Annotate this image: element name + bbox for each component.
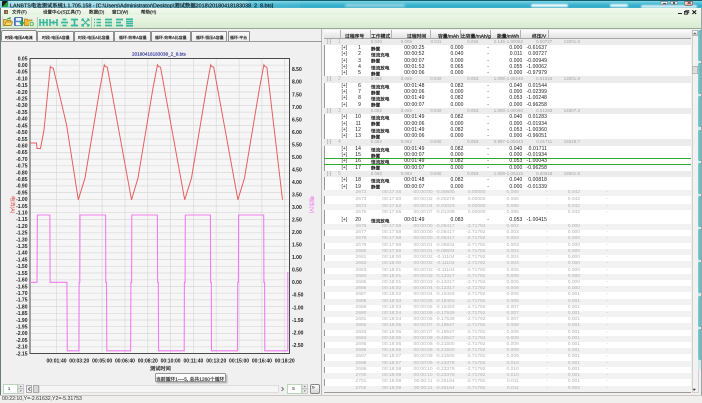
svg-text:-1.50: -1.50 <box>292 318 304 324</box>
svg-text:00:01:40: 00:01:40 <box>46 359 66 365</box>
svg-text:0.00: 0.00 <box>292 280 302 286</box>
svg-text:2.50: 2.50 <box>292 218 302 224</box>
svg-text:7.50: 7.50 <box>292 92 302 98</box>
svg-text:-0.25: -0.25 <box>16 97 28 103</box>
svg-text:-2.00: -2.00 <box>16 331 28 337</box>
svg-text:00:03:20: 00:03:20 <box>69 359 89 365</box>
svg-text:00:16:40: 00:16:40 <box>252 359 272 365</box>
svg-text:-1.70: -1.70 <box>16 291 28 297</box>
svg-text:-1.60: -1.60 <box>16 278 28 284</box>
svg-text:5.50: 5.50 <box>292 142 302 148</box>
svg-text:-1.35: -1.35 <box>16 244 28 250</box>
svg-text:8.50: 8.50 <box>292 67 302 73</box>
svg-text:6.00: 6.00 <box>292 130 302 136</box>
svg-text:-1.00: -1.00 <box>16 197 28 203</box>
svg-text:-0.10: -0.10 <box>16 76 28 82</box>
svg-text:0.50: 0.50 <box>292 268 302 274</box>
svg-text:-1.20: -1.20 <box>16 224 28 230</box>
svg-text:-2.50: -2.50 <box>292 343 304 349</box>
svg-text:3.00: 3.00 <box>292 205 302 211</box>
svg-text:-2.10: -2.10 <box>16 345 28 351</box>
svg-text:-1.45: -1.45 <box>16 257 28 263</box>
svg-text:-0.55: -0.55 <box>16 137 28 143</box>
svg-text:-1.90: -1.90 <box>16 318 28 324</box>
svg-text:-1.75: -1.75 <box>16 298 28 304</box>
svg-text:0.00: 0.00 <box>18 63 28 69</box>
svg-text:-0.30: -0.30 <box>16 103 28 109</box>
svg-text:-1.15: -1.15 <box>16 217 28 223</box>
svg-text:8.00: 8.00 <box>292 80 302 86</box>
svg-text:-1.00: -1.00 <box>292 305 304 311</box>
svg-text:-0.65: -0.65 <box>16 150 28 156</box>
svg-text:00:05:00: 00:05:00 <box>92 359 112 365</box>
svg-text:-1.25: -1.25 <box>16 231 28 237</box>
svg-text:00:10:00: 00:10:00 <box>161 359 181 365</box>
svg-text:-0.15: -0.15 <box>16 83 28 89</box>
svg-text:-0.60: -0.60 <box>16 143 28 149</box>
svg-text:-0.70: -0.70 <box>16 157 28 163</box>
svg-text:-0.50: -0.50 <box>16 130 28 136</box>
svg-text:7.00: 7.00 <box>292 105 302 111</box>
svg-text:-1.40: -1.40 <box>16 251 28 257</box>
svg-text:4.00: 4.00 <box>292 180 302 186</box>
svg-text:-1.30: -1.30 <box>16 237 28 243</box>
svg-text:-0.20: -0.20 <box>16 90 28 96</box>
svg-text:1.00: 1.00 <box>292 255 302 261</box>
svg-text:5.00: 5.00 <box>292 155 302 161</box>
svg-text:-0.50: -0.50 <box>292 293 304 299</box>
svg-text:-0.75: -0.75 <box>16 164 28 170</box>
svg-text:-0.80: -0.80 <box>16 170 28 176</box>
svg-text:-0.95: -0.95 <box>16 190 28 196</box>
svg-text:-0.40: -0.40 <box>16 117 28 123</box>
svg-text:1.50: 1.50 <box>292 243 302 249</box>
svg-text:00:18:20: 00:18:20 <box>275 359 295 365</box>
svg-text:00:08:20: 00:08:20 <box>138 359 158 365</box>
svg-text:-0.90: -0.90 <box>16 184 28 190</box>
svg-text:-1.05: -1.05 <box>16 204 28 210</box>
svg-text:00:06:40: 00:06:40 <box>115 359 135 365</box>
svg-text:-0.85: -0.85 <box>16 177 28 183</box>
svg-text:-2.05: -2.05 <box>16 338 28 344</box>
svg-text:-2.15: -2.15 <box>16 351 28 357</box>
svg-text:3.50: 3.50 <box>292 193 302 199</box>
svg-text:-0.45: -0.45 <box>16 123 28 129</box>
svg-text:-1.65: -1.65 <box>16 284 28 290</box>
svg-text:-1.50: -1.50 <box>16 264 28 270</box>
svg-text:-2.00: -2.00 <box>292 330 304 336</box>
svg-text:-1.85: -1.85 <box>16 311 28 317</box>
svg-text:00:11:40: 00:11:40 <box>184 359 204 365</box>
svg-text:-1.80: -1.80 <box>16 304 28 310</box>
svg-text:4.50: 4.50 <box>292 167 302 173</box>
svg-text:-0.35: -0.35 <box>16 110 28 116</box>
svg-text:00:13:20: 00:13:20 <box>206 359 226 365</box>
svg-text:-1.10: -1.10 <box>16 211 28 217</box>
svg-text:00:15:00: 00:15:00 <box>229 359 249 365</box>
svg-text:-1.95: -1.95 <box>16 324 28 330</box>
svg-text:0.05: 0.05 <box>18 56 28 62</box>
svg-text:-1.55: -1.55 <box>16 271 28 277</box>
svg-text:2.00: 2.00 <box>292 230 302 236</box>
svg-text:-0.05: -0.05 <box>16 70 28 76</box>
svg-text:6.50: 6.50 <box>292 117 302 123</box>
